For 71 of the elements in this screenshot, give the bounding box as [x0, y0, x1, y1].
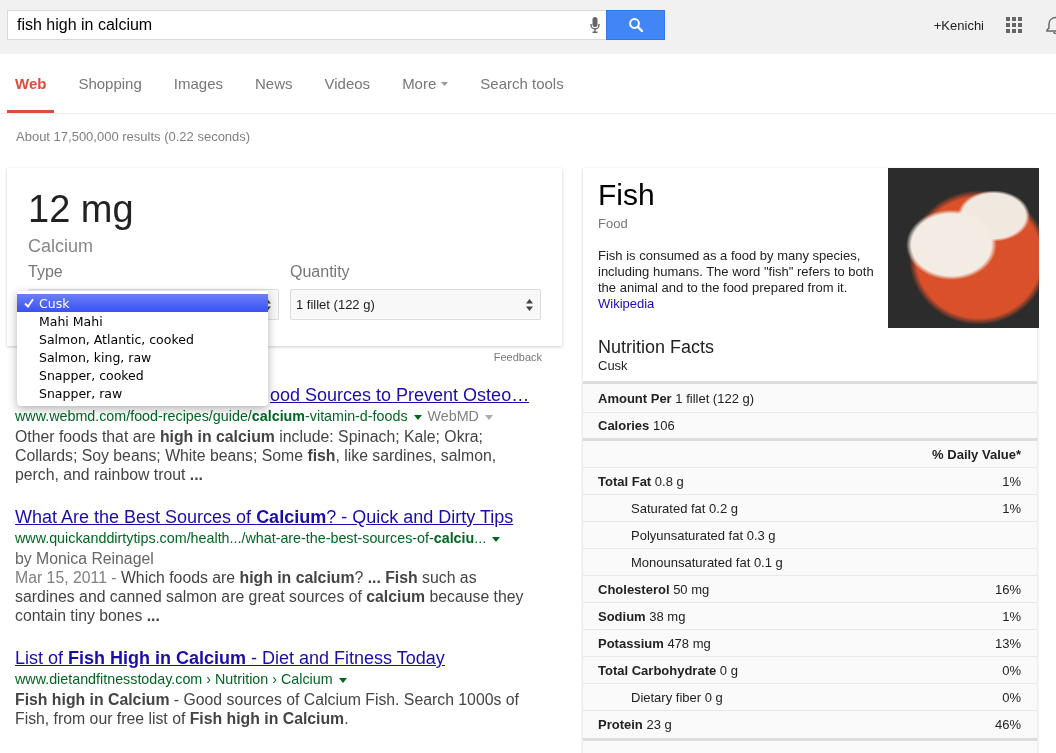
result-title-link[interactable]: What Are the Best Sources of Calcium? - Quick and Dirty Tips — [15, 507, 514, 527]
tab[interactable]: News — [247, 54, 301, 113]
wikipedia-link[interactable]: Wikipedia — [598, 296, 655, 311]
byline-text: by Monica Reinagel — [15, 550, 154, 567]
result-url: www.quickanddirtytips.com/health.../what-are-the-best-sources-of-calciu... — [15, 530, 487, 546]
daily-value: 1% — [1002, 473, 1021, 489]
up-down-arrows-icon — [526, 298, 533, 311]
panel-subtitle: Food — [598, 216, 629, 231]
tab[interactable]: Search tools — [472, 54, 572, 113]
select-label: Quantity — [290, 263, 351, 281]
nutrient-label: Total Carbohydrate 0 g — [598, 662, 738, 678]
caret-icon[interactable] — [413, 414, 422, 420]
result-title-link[interactable]: ood Sources to Prevent Osteo… — [270, 385, 530, 405]
caret-icon[interactable] — [338, 677, 347, 683]
nutrition-title: Nutrition Facts — [598, 337, 716, 358]
nutrient-label: Sodium 38 mg — [598, 608, 686, 624]
menu-item[interactable]: Salmon, Atlantic, cooked — [17, 330, 268, 348]
nutrient-label: Dietary fiber 0 g — [631, 689, 723, 705]
result-url: www.webmd.com/food-recipes/guide/calcium-vitamin-d-foods — [15, 408, 408, 424]
quantity-select[interactable]: 1 fillet (122 g) — [290, 289, 541, 320]
feedback-link[interactable]: Feedback — [493, 351, 542, 363]
nutrient-label: Cholesterol 50 mg — [598, 581, 710, 597]
answer-value: 12 mg — [28, 187, 135, 231]
menu-item[interactable]: Salmon, king, raw — [17, 348, 268, 366]
snippet-text: Fish high in Calcium - Good sources of Calcium Fish. Search 1000s of Fish, from our free list of Fish high in Calcium. — [15, 690, 520, 728]
select-label: Type — [28, 263, 64, 281]
tab[interactable]: More — [394, 54, 457, 113]
caret-icon — [441, 81, 449, 86]
nutrient-label: Monounsaturated fat 0.1 g — [631, 554, 783, 570]
result-url: www.dietandfitnesstoday.com › Nutrition › Calcium — [15, 671, 333, 687]
nutrient-label: Calories 106 — [598, 418, 675, 433]
description-text: Fish is consumed as a food by many species, including humans. The word "fish" refers to both the animal and to the food prepared from it. — [598, 248, 875, 296]
account-link[interactable]: +Kenichi — [933, 17, 984, 33]
snippet-text: Other foods that are high in calcium include: Spinach; Kale; Okra; Collards; Soy beans; White beans; Some fish, like sardines, salmon, perch, and rainbow trout ... — [15, 427, 498, 484]
tab[interactable]: Videos — [316, 54, 379, 113]
menu-item[interactable]: Snapper, raw — [17, 384, 268, 402]
microphone-icon[interactable] — [590, 17, 600, 33]
menu-item[interactable]: Snapper, cooked — [17, 366, 268, 384]
daily-value: 16% — [994, 581, 1021, 597]
nutrient-name: Calcium — [28, 236, 94, 256]
nutrient-label: Protein 23 g — [598, 717, 672, 732]
nutrient-label: Total Fat 0.8 g — [598, 473, 684, 489]
tab[interactable]: Shopping — [70, 54, 150, 113]
nutrient-label: Potassium 478 mg — [598, 635, 711, 651]
nutrient-label: Amount Per 1 fillet (122 g) — [598, 390, 755, 406]
source-name: WebMD — [427, 408, 479, 424]
caret-icon[interactable] — [492, 536, 501, 542]
bell-icon[interactable] — [1046, 16, 1056, 34]
daily-value: 46% — [994, 717, 1021, 732]
search-button[interactable] — [606, 10, 665, 40]
panel-title: Fish — [598, 178, 656, 212]
menu-item[interactable]: Cusk — [17, 294, 268, 312]
apps-grid-icon[interactable] — [1006, 17, 1022, 33]
search-icon — [628, 18, 643, 32]
nutrient-label: Saturated fat 0.2 g — [631, 500, 738, 516]
snippet-text: Mar 15, 2011 - Which foods are high in calcium? ... Fish such as sardines and canned salmon are great sources of calcium because they contain tiny bones ... — [15, 568, 525, 625]
daily-value: 0% — [1002, 662, 1021, 678]
tab[interactable]: Images — [165, 54, 231, 113]
daily-value: 1% — [1002, 500, 1021, 516]
menu-item[interactable]: Mahi Mahi — [17, 312, 268, 330]
search-field[interactable]: fish high in calcium — [7, 10, 606, 40]
daily-value: 1% — [1002, 608, 1021, 624]
nutrition-subtitle: Cusk — [598, 358, 629, 373]
daily-value: 13% — [994, 635, 1021, 651]
check-icon — [24, 298, 34, 308]
result-stats: About 17,500,000 results (0.22 seconds) — [16, 129, 251, 144]
daily-value-heading: % Daily Value* — [932, 446, 1021, 462]
result-title-link[interactable]: List of Fish High in Calcium - Diet and Fitness Today — [15, 648, 445, 668]
daily-value: 0% — [1002, 689, 1021, 705]
tab[interactable]: Web — [7, 54, 55, 113]
nutrient-label: Polyunsaturated fat 0.3 g — [631, 527, 776, 543]
